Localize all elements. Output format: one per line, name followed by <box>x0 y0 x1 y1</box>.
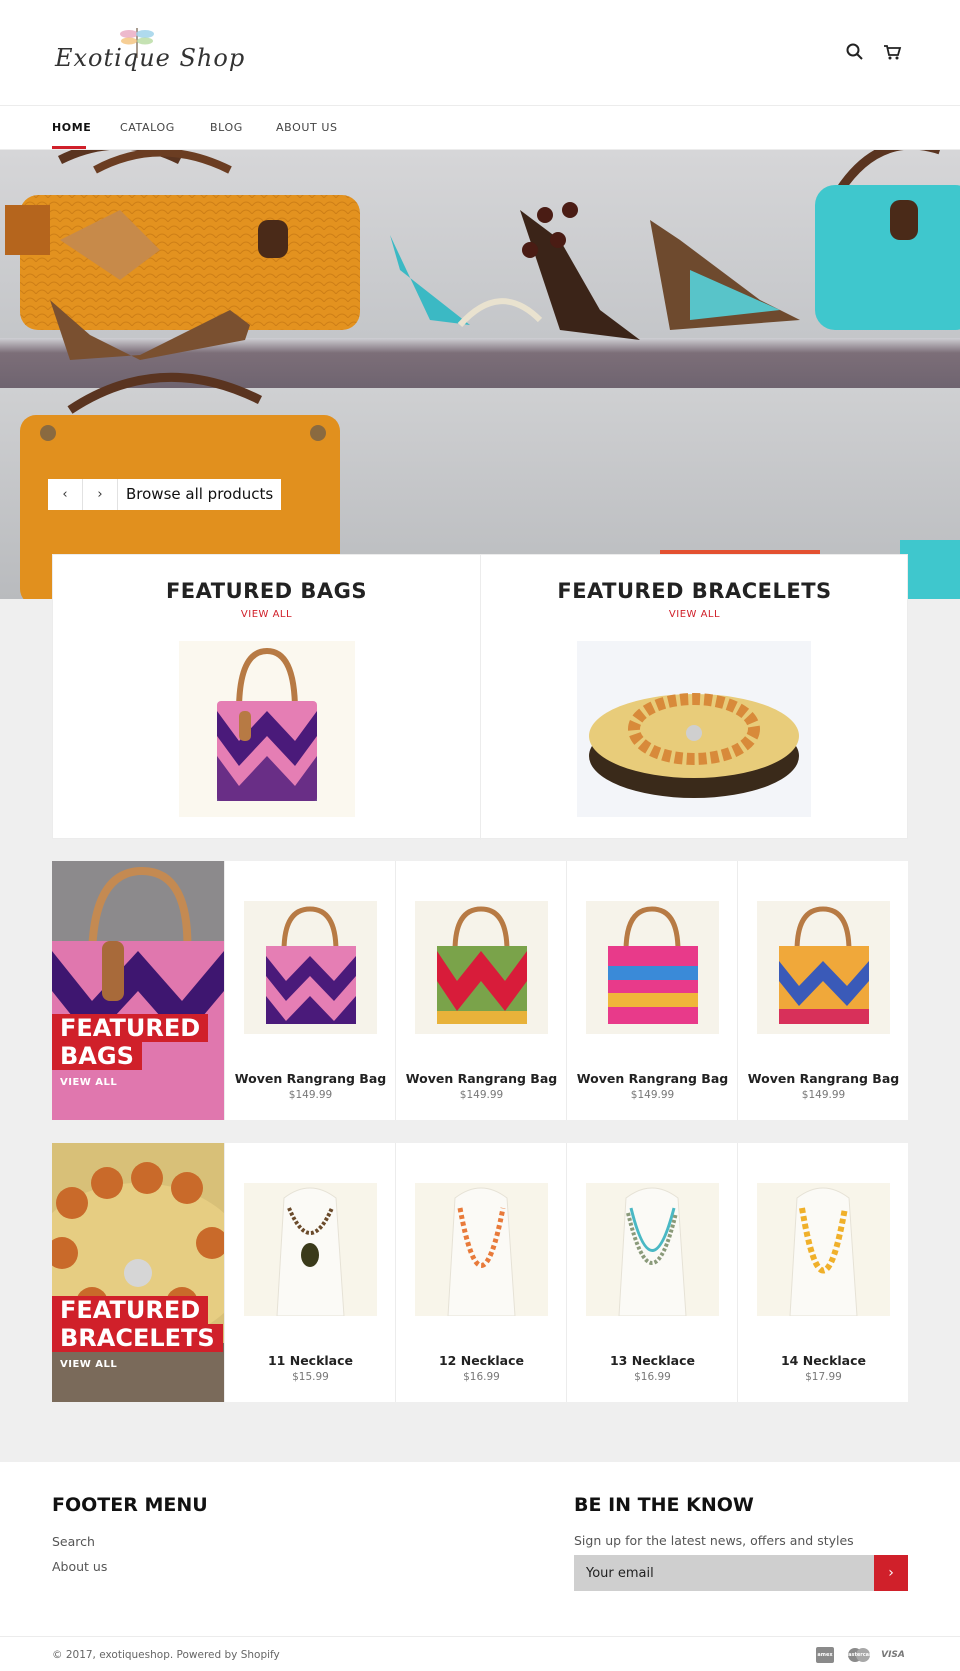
product-name: Woven Rangrang Bag <box>576 1071 729 1086</box>
mastercard-icon: mastercard <box>843 1647 875 1663</box>
product-card[interactable]: Woven Rangrang Bag $149.99 <box>395 861 566 1120</box>
product-card[interactable]: Woven Rangrang Bag $149.99 <box>737 861 908 1120</box>
product-image <box>244 901 377 1034</box>
logo-text: Exotique Shop <box>55 44 246 72</box>
product-card[interactable]: 13 Necklace $16.99 <box>566 1143 737 1402</box>
featured-bags-banner[interactable]: FEATURED BAGS VIEW ALL <box>52 861 224 1120</box>
product-card[interactable]: Woven Rangrang Bag $149.99 <box>224 861 395 1120</box>
newsletter-submit-button[interactable]: › <box>874 1555 908 1591</box>
footer-menu-title: FOOTER MENU <box>52 1494 208 1516</box>
search-icon[interactable] <box>845 42 865 62</box>
featured-collections: FEATURED BAGS VIEW ALL FEATURED BRACELET… <box>52 554 908 840</box>
featured-bags-tag-line2: BAGS <box>52 1042 142 1070</box>
chevron-right-icon[interactable]: › <box>83 479 118 510</box>
featured-bags-tag-line1: FEATURED <box>52 1014 209 1042</box>
product-name: 12 Necklace <box>438 1353 525 1368</box>
product-name: Woven Rangrang Bag <box>234 1071 387 1086</box>
product-price: $149.99 <box>630 1089 675 1101</box>
view-all-bags-banner-link[interactable]: VIEW ALL <box>60 1077 117 1088</box>
product-price: $16.99 <box>463 1371 500 1383</box>
site-footer: FOOTER MENU Search About us BE IN THE KN… <box>0 1462 960 1637</box>
nav-active-indicator <box>52 146 86 149</box>
product-name: Woven Rangrang Bag <box>405 1071 558 1086</box>
product-image <box>586 901 719 1034</box>
cart-icon[interactable] <box>882 42 902 62</box>
browse-all-products-link[interactable]: Browse all products <box>118 479 281 510</box>
footer-link-about-us[interactable]: About us <box>52 1559 107 1574</box>
product-image <box>415 1183 548 1316</box>
main-nav: HOME CATALOG BLOG ABOUT US <box>0 106 960 150</box>
product-image <box>757 1183 890 1316</box>
featured-bags-row: FEATURED BAGS VIEW ALL Woven Rangrang Ba… <box>52 861 908 1120</box>
nav-item-home[interactable]: HOME <box>52 121 91 134</box>
chevron-left-icon[interactable]: ‹ <box>48 479 83 510</box>
product-card[interactable]: 14 Necklace $17.99 <box>737 1143 908 1402</box>
product-image <box>415 901 548 1034</box>
product-name: Woven Rangrang Bag <box>747 1071 900 1086</box>
bracelets-collection-image[interactable] <box>577 641 811 817</box>
copyright-text: © 2017, exotiqueshop. Powered by Shopify <box>52 1649 280 1661</box>
product-price: $149.99 <box>459 1089 504 1101</box>
product-price: $17.99 <box>805 1371 842 1383</box>
featured-bracelets-row: FEATURED BRACELETS VIEW ALL 11 Necklace … <box>52 1143 908 1402</box>
collection-title-bracelets[interactable]: FEATURED BRACELETS <box>481 579 908 603</box>
visa-icon: VISA <box>881 1650 905 1660</box>
featured-bracelets-tag-line2: BRACELETS <box>52 1324 223 1352</box>
product-name: 11 Necklace <box>267 1353 354 1368</box>
shop-logo[interactable]: Exotique Shop <box>55 22 244 84</box>
product-name: 14 Necklace <box>780 1353 867 1368</box>
view-all-bags-link[interactable]: VIEW ALL <box>53 609 480 620</box>
slider-controls: ‹ › Browse all products <box>48 479 282 510</box>
collection-title-bags[interactable]: FEATURED BAGS <box>53 579 480 603</box>
footer-bottom-bar: © 2017, exotiqueshop. Powered by Shopify… <box>0 1636 960 1671</box>
nav-item-about-us[interactable]: ABOUT US <box>276 121 338 134</box>
newsletter-subtitle: Sign up for the latest news, offers and … <box>574 1533 854 1548</box>
nav-item-catalog[interactable]: CATALOG <box>120 121 175 134</box>
product-price: $149.99 <box>288 1089 333 1101</box>
product-price: $149.99 <box>801 1089 846 1101</box>
hero-image <box>5 150 960 599</box>
hero-slideshow <box>0 150 960 599</box>
view-all-bracelets-banner-link[interactable]: VIEW ALL <box>60 1359 117 1370</box>
nav-item-blog[interactable]: BLOG <box>210 121 243 134</box>
bags-collection-image[interactable] <box>179 641 355 817</box>
product-image <box>757 901 890 1034</box>
product-price: $15.99 <box>292 1371 329 1383</box>
product-card[interactable]: 12 Necklace $16.99 <box>395 1143 566 1402</box>
product-price: $16.99 <box>634 1371 671 1383</box>
product-name: 13 Necklace <box>609 1353 696 1368</box>
featured-bracelets-banner[interactable]: FEATURED BRACELETS VIEW ALL <box>52 1143 224 1402</box>
featured-bracelets-tag-line1: FEATURED <box>52 1296 209 1324</box>
amex-icon: amex <box>816 1647 834 1663</box>
footer-link-search[interactable]: Search <box>52 1534 95 1549</box>
newsletter-title: BE IN THE KNOW <box>574 1494 754 1516</box>
view-all-bracelets-link[interactable]: VIEW ALL <box>481 609 908 620</box>
product-image <box>586 1183 719 1316</box>
newsletter-email-input[interactable] <box>574 1555 874 1591</box>
product-card[interactable]: 11 Necklace $15.99 <box>224 1143 395 1402</box>
product-card[interactable]: Woven Rangrang Bag $149.99 <box>566 861 737 1120</box>
site-header: Exotique Shop <box>0 0 960 106</box>
product-image <box>244 1183 377 1316</box>
